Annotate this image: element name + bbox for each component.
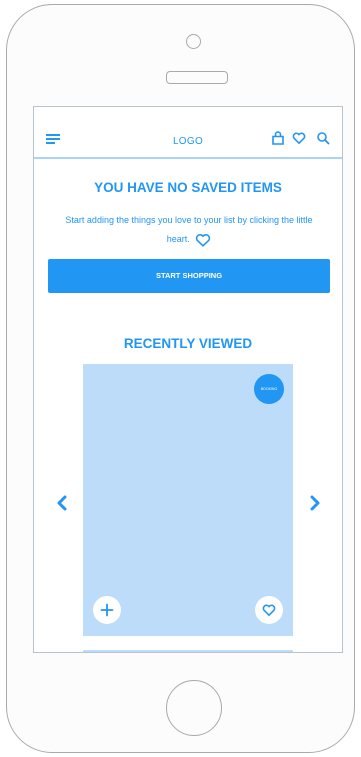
search-icon[interactable]	[316, 131, 330, 145]
front-camera	[186, 34, 201, 49]
product-badge: BOOKING	[254, 374, 284, 404]
add-to-bag-button[interactable]	[93, 596, 121, 624]
heart-icon[interactable]	[292, 131, 306, 145]
recently-viewed-title: RECENTLY VIEWED	[123, 336, 253, 351]
earpiece-speaker	[166, 71, 228, 84]
heart-icon	[262, 604, 276, 616]
add-icon	[100, 603, 114, 617]
start-shopping-button[interactable]: START SHOPPING	[48, 259, 330, 293]
bag-icon[interactable]	[271, 131, 285, 145]
chevron-left-icon[interactable]	[56, 494, 68, 512]
app-header: LOGO	[34, 107, 342, 159]
heart-icon	[196, 233, 211, 247]
empty-state-message: Start adding the things you love to your…	[65, 215, 313, 244]
empty-state-title: YOU HAVE NO SAVED ITEMS	[94, 180, 282, 195]
save-item-button[interactable]	[255, 596, 283, 624]
empty-state-message-row: Start adding the things you love to your…	[54, 211, 324, 249]
next-product-card[interactable]	[83, 650, 293, 652]
screen: LOGO YOU HAVE NO SAVED ITEMS Start addin…	[33, 106, 343, 653]
product-card[interactable]: BOOKING	[83, 364, 293, 636]
home-button[interactable]	[166, 680, 222, 736]
chevron-right-icon[interactable]	[309, 494, 321, 512]
